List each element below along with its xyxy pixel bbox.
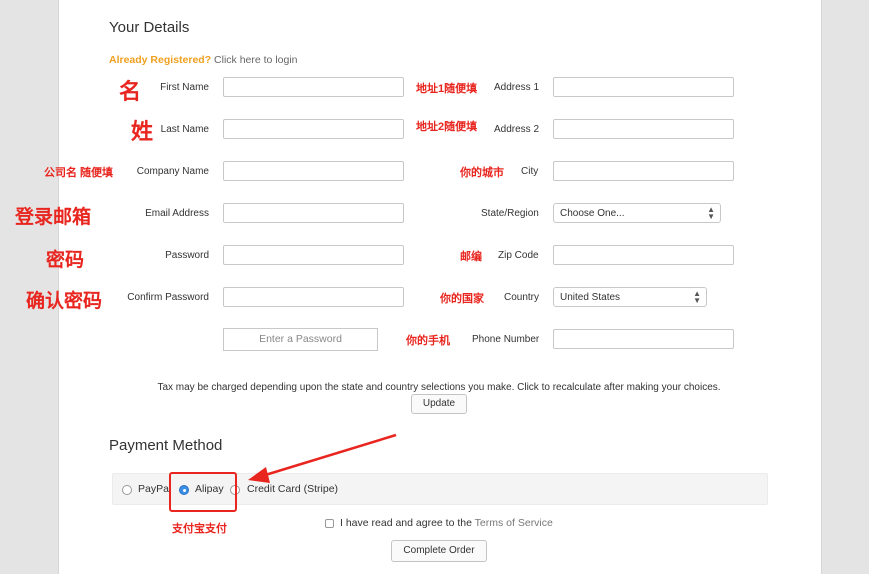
terms-of-service-link[interactable]: Terms of Service: [475, 517, 553, 529]
terms-line: I have read and agree to the Terms of Se…: [340, 517, 553, 529]
complete-order-button[interactable]: Complete Order: [391, 540, 487, 562]
arrow-annotation-icon: [248, 433, 397, 483]
terms-checkbox[interactable]: [325, 519, 334, 528]
terms-text: I have read and agree to the: [340, 517, 472, 529]
